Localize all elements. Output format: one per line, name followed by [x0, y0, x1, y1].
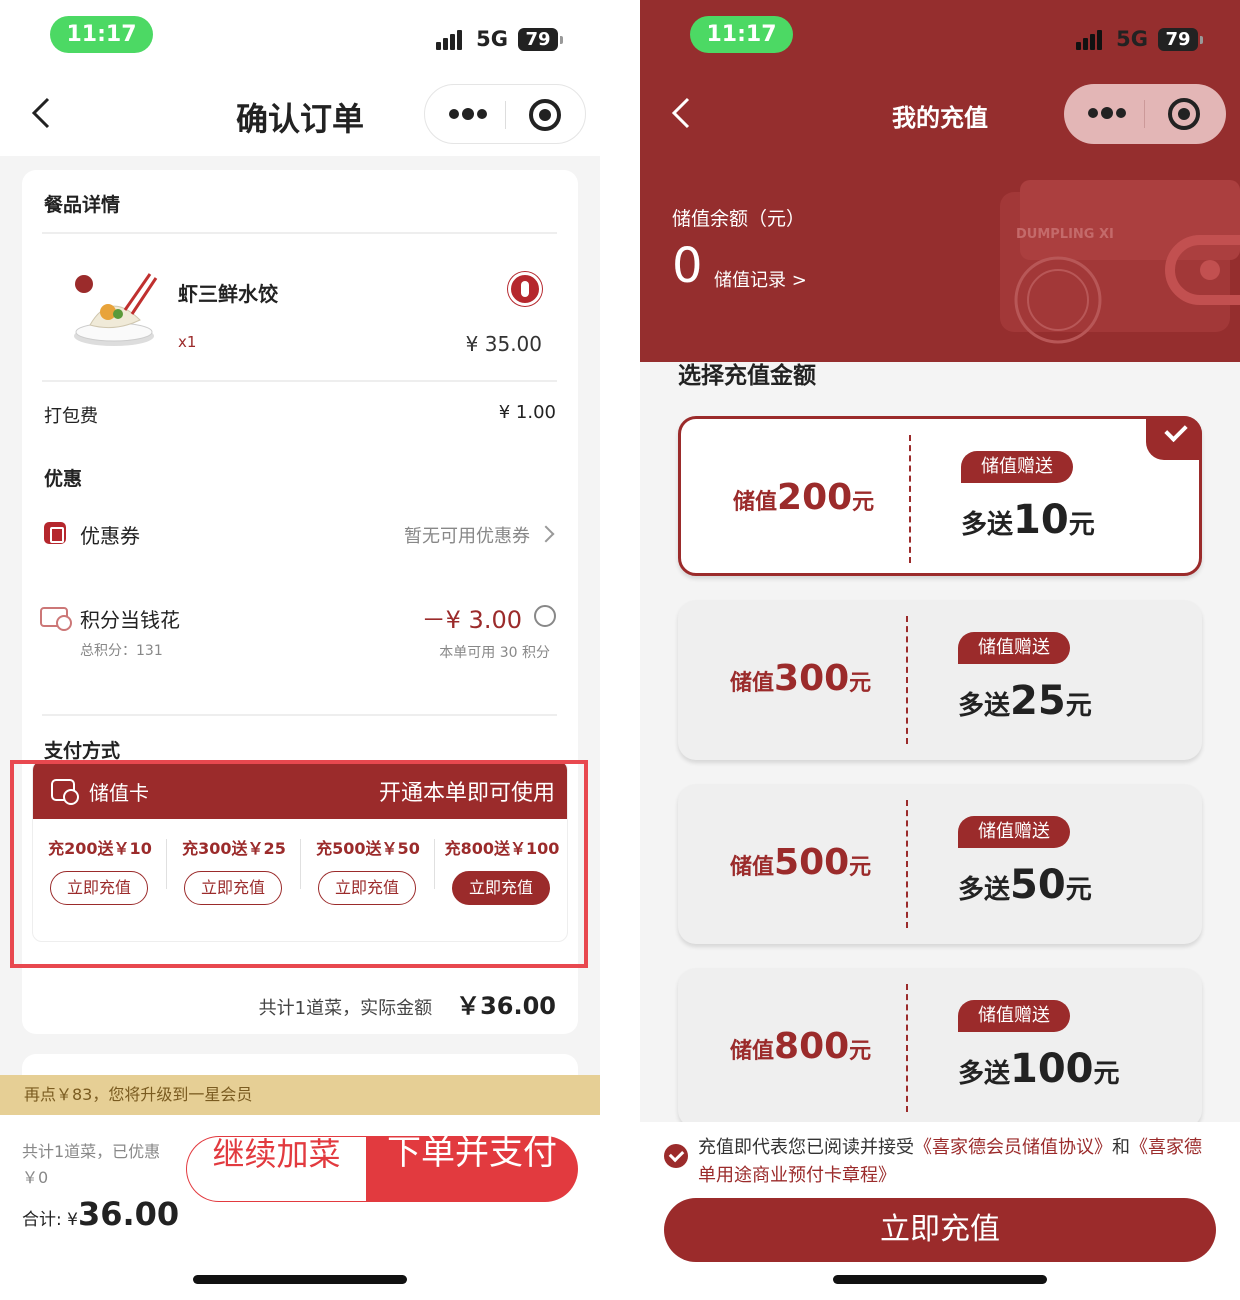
order-total-amount: ￥36.00 [456, 992, 556, 1020]
packing-fee-label: 打包费 [44, 406, 98, 427]
wallet-brand: DUMPLING XI [1016, 227, 1114, 242]
member-agreement-link[interactable]: 《喜家德会员储值协议》 [914, 1137, 1112, 1158]
close-target-icon[interactable] [1168, 98, 1200, 130]
packing-fee-value: ¥ 1.00 [498, 402, 556, 423]
more-icon[interactable] [1086, 84, 1126, 144]
nav-bar: 确认订单 [0, 70, 600, 156]
status-time: 11:17 [50, 16, 153, 53]
agreement-text: 充值即代表您已阅读并接受《喜家德会员储值协议》和《喜家德单用途商业预付卡章程》 [698, 1137, 1202, 1186]
recharge-amount: 储值200元 [733, 477, 875, 518]
mini-program-capsule [424, 84, 586, 144]
bonus-amount: 多送10元 [961, 497, 1095, 543]
network-label: 5G [1116, 27, 1148, 51]
points-label: 积分当钱花 [80, 608, 180, 632]
recharge-now-button[interactable]: 立即充值 [664, 1198, 1216, 1262]
network-label: 5G [476, 27, 508, 51]
payment-section-title: 支付方式 [44, 740, 121, 762]
home-indicator [833, 1275, 1047, 1284]
signal-icon [1076, 30, 1108, 50]
recharge-option-card[interactable]: 储值500元 储值赠送 多送50元 [678, 784, 1202, 944]
checkout-total-label: 合计: ¥ [22, 1210, 78, 1230]
signal-icon [436, 30, 468, 50]
agreement-area: 充值即代表您已阅读并接受《喜家德会员储值协议》和《喜家德单用途商业预付卡章程》 … [640, 1122, 1240, 1300]
recharge-option-card[interactable]: 储值800元 储值赠送 多送100元 [678, 968, 1202, 1128]
bonus-tag: 储值赠送 [958, 632, 1070, 664]
close-target-icon[interactable] [529, 99, 561, 131]
bonus-tag: 储值赠送 [958, 816, 1070, 848]
place-order-button[interactable]: 下单并支付 [366, 1136, 578, 1202]
bonus-amount: 多送25元 [958, 678, 1092, 724]
nav-bar: 我的充值 [640, 70, 1240, 156]
dish-name: 虾三鲜水饺 [178, 282, 278, 306]
agreement-checkbox[interactable] [664, 1144, 688, 1168]
mini-program-capsule [1064, 84, 1226, 144]
chevron-right-icon[interactable] [537, 525, 555, 543]
points-total: 总积分：131 [80, 643, 163, 659]
balance-label: 储值余额（元） [672, 208, 806, 230]
bonus-tag: 储值赠送 [958, 1000, 1070, 1032]
recharge-amount: 储值300元 [730, 658, 872, 699]
points-icon [40, 607, 72, 631]
wallet-graphic: DUMPLING XI [1000, 180, 1240, 344]
dumpling-image [74, 273, 158, 346]
checkout-total: 合计: ¥36.00 [22, 1195, 179, 1233]
status-time: 11:17 [690, 16, 793, 53]
points-radio[interactable] [534, 605, 556, 627]
confirm-order-screen: 11:17 5G 79 确认订单 餐品详情 虾三鲜水饺 x1 ¥ 35.00 打… [0, 0, 600, 1300]
bonus-tag: 储值赠送 [961, 451, 1073, 483]
recharge-record-link[interactable]: 储值记录 > [714, 266, 807, 292]
home-indicator [193, 1275, 407, 1284]
coupon-icon [44, 522, 66, 544]
dish-price: ¥ 35.00 [465, 332, 542, 356]
highlight-box [10, 760, 588, 968]
bonus-amount: 多送50元 [958, 862, 1092, 908]
recharge-amount: 储值800元 [730, 1026, 872, 1067]
coupon-label[interactable]: 优惠券 [80, 520, 140, 549]
recharge-option-card[interactable]: 储值300元 储值赠送 多送25元 [678, 600, 1202, 760]
status-bar: 11:17 5G 79 [640, 0, 1240, 70]
upgrade-banner: 再点￥83，您将升级到一星会员 [0, 1075, 600, 1115]
more-icon[interactable] [447, 85, 487, 145]
continue-add-button[interactable]: 继续加菜 [186, 1136, 366, 1202]
choose-amount-title: 选择充值金额 [678, 363, 816, 389]
balance-value: 0 [672, 238, 703, 294]
order-total-text: 共计1道菜，实际金额 [258, 998, 433, 1019]
checkout-summary: 共计1道菜，已优惠￥0 [22, 1142, 161, 1187]
order-total-line: 共计1道菜，实际金额 ￥36.00 [259, 986, 556, 1021]
checkout-total-amount: 36.00 [77, 1195, 180, 1233]
recharge-amount: 储值500元 [730, 842, 872, 883]
battery-icon: 79 [518, 28, 563, 51]
my-recharge-screen: DUMPLING XI 储值余额（元） 0 储值记录 > 11:17 5G 79… [640, 0, 1240, 1300]
meal-section-title: 餐品详情 [44, 194, 121, 216]
discount-section-title: 优惠 [44, 468, 83, 490]
points-deduct: －¥ 3.00 [421, 606, 522, 634]
coupon-value[interactable]: 暂无可用优惠券 [404, 522, 530, 548]
battery-icon: 79 [1158, 28, 1203, 51]
points-usable: 本单可用 30 积分 [439, 645, 550, 661]
checkout-bar: 共计1道菜，已优惠￥0 合计: ¥36.00 继续加菜 下单并支付 [0, 1115, 600, 1300]
recharge-option-card[interactable]: 储值200元 储值赠送 多送10元 [678, 416, 1202, 576]
selected-check-icon [1146, 416, 1202, 460]
bonus-amount: 多送100元 [958, 1046, 1120, 1092]
brand-logo-icon [508, 272, 542, 306]
status-bar: 11:17 5G 79 [0, 0, 600, 70]
dish-quantity: x1 [178, 333, 197, 351]
